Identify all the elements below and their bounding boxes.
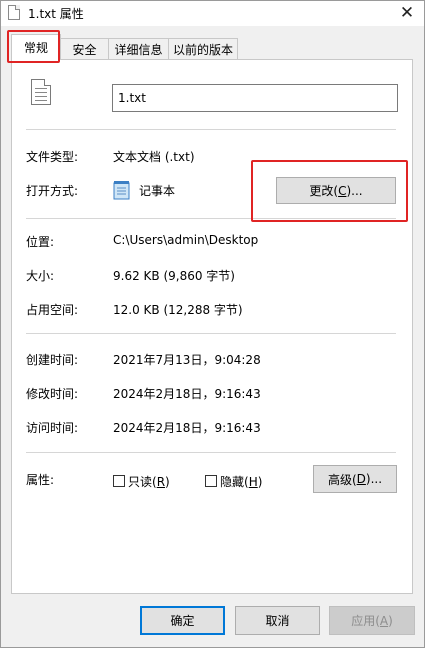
- divider: [26, 333, 396, 334]
- location-value: C:\Users\admin\Desktop: [113, 233, 259, 247]
- tab-previous-versions[interactable]: 以前的版本: [168, 38, 238, 59]
- cancel-button[interactable]: 取消: [235, 606, 320, 635]
- location-label: 位置:: [26, 235, 55, 249]
- file-type-label: 文件类型:: [26, 150, 79, 164]
- notepad-icon: [113, 181, 130, 200]
- readonly-label[interactable]: 只读(R): [128, 473, 170, 490]
- tab-details[interactable]: 详细信息: [108, 38, 169, 59]
- close-button[interactable]: ✕: [392, 2, 422, 24]
- accessed-value: 2024年2月18日，9:16:43: [113, 421, 261, 435]
- change-button[interactable]: 更改(C)...: [276, 177, 396, 204]
- divider: [26, 218, 396, 219]
- tab-previous-versions-label: 以前的版本: [172, 42, 233, 57]
- file-name-input[interactable]: [112, 84, 398, 112]
- tab-general[interactable]: 常规: [11, 34, 61, 60]
- tab-general-label: 常规: [23, 41, 48, 55]
- opens-with-app-name: 记事本: [139, 184, 176, 198]
- size-value: 9.62 KB (9,860 字节): [113, 269, 235, 283]
- file-icon: [8, 5, 20, 20]
- advanced-button[interactable]: 高级(D)...: [313, 465, 397, 493]
- opens-with-label: 打开方式:: [26, 184, 79, 198]
- size-on-disk-value: 12.0 KB (12,288 字节): [113, 303, 243, 317]
- tab-security[interactable]: 安全: [60, 38, 109, 59]
- created-value: 2021年7月13日，9:04:28: [113, 353, 261, 367]
- window-title: 1.txt 属性: [28, 7, 84, 21]
- attributes-label: 属性:: [26, 473, 55, 487]
- apply-button[interactable]: 应用(A): [329, 606, 415, 635]
- hidden-checkbox[interactable]: [205, 475, 217, 487]
- modified-label: 修改时间:: [26, 387, 79, 401]
- close-icon: ✕: [399, 3, 415, 23]
- readonly-checkbox[interactable]: [113, 475, 125, 487]
- size-on-disk-label: 占用空间:: [26, 303, 79, 317]
- size-label: 大小:: [26, 269, 55, 283]
- file-type-value: 文本文档 (.txt): [113, 150, 195, 164]
- tab-details-label: 详细信息: [114, 42, 163, 57]
- modified-value: 2024年2月18日，9:16:43: [113, 387, 261, 401]
- ok-button[interactable]: 确定: [140, 606, 225, 635]
- divider: [26, 129, 396, 130]
- general-panel: [11, 59, 413, 594]
- tab-security-label: 安全: [72, 42, 97, 57]
- hidden-label[interactable]: 隐藏(H): [220, 473, 262, 490]
- accessed-label: 访问时间:: [26, 421, 79, 435]
- text-document-icon: [31, 79, 51, 105]
- created-label: 创建时间:: [26, 353, 79, 367]
- divider: [26, 452, 396, 453]
